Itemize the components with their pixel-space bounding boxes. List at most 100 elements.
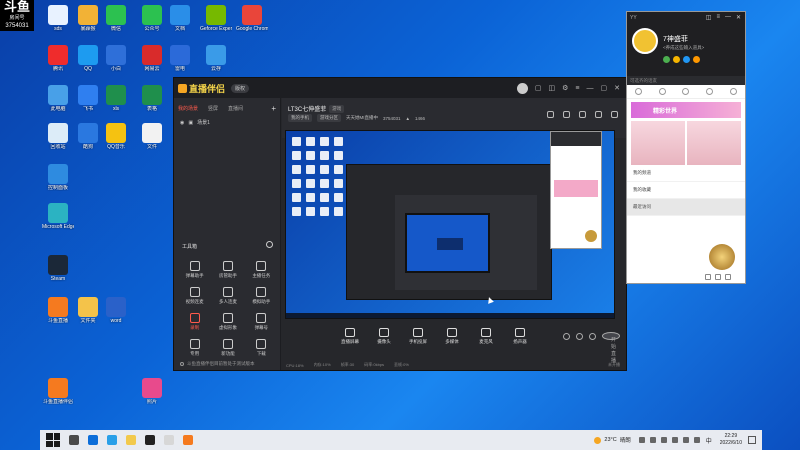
desktop-icon[interactable]: 腾讯 [42, 45, 74, 72]
toolbox-settings-icon[interactable] [266, 241, 273, 248]
tool-host-task[interactable]: 主播任务 [245, 261, 278, 279]
live-preview[interactable] [285, 130, 615, 319]
tray-up-icon[interactable] [638, 437, 645, 443]
pinned-app-icon[interactable] [164, 435, 174, 445]
tool-simulate[interactable]: 模拟助手 [245, 287, 278, 305]
tool-room-admin[interactable]: 房管助手 [211, 261, 244, 279]
desktop-icon[interactable]: 云存 [200, 45, 232, 72]
tool-new-feature[interactable]: 新功能 [211, 339, 244, 357]
desktop-icon[interactable]: 回收站 [42, 123, 74, 150]
scene-item[interactable]: ◉ ▣ 场景1 [174, 116, 280, 129]
desktop-icon[interactable]: xls [100, 85, 132, 112]
microphone-button[interactable]: 麦克风 [473, 327, 499, 345]
pinned-app-icon[interactable] [145, 435, 155, 445]
yy-list-item[interactable]: 我的频道 [627, 165, 745, 182]
tool-video-link[interactable]: 视频连麦 [178, 287, 211, 305]
share-icon[interactable] [611, 111, 618, 118]
yy-game-badge[interactable] [709, 244, 735, 270]
app-icon[interactable] [693, 56, 700, 63]
tab-vertical[interactable]: 竖屏 [208, 105, 218, 112]
notify-icon[interactable] [595, 111, 602, 118]
tool-avatar[interactable]: 虚拟形象 [211, 313, 244, 331]
desktop-icon[interactable]: 微信 [100, 5, 132, 32]
user-avatar[interactable] [516, 82, 528, 94]
desktop-icon[interactable]: word [100, 297, 132, 324]
tool-danmu-number[interactable]: 弹幕号 [245, 313, 278, 331]
start-menu-icon[interactable] [46, 433, 60, 447]
speaker-button[interactable]: 扬声器 [507, 327, 533, 345]
desktop-icon[interactable]: 文档 [164, 5, 196, 32]
settings-icon[interactable]: ⚙ [562, 84, 568, 92]
clear-icon[interactable] [579, 111, 586, 118]
tab-home-icon[interactable] [635, 88, 643, 95]
menu-icon[interactable]: ≡ [575, 85, 579, 92]
add-source-icon[interactable] [547, 111, 554, 118]
pinned-app-icon[interactable] [69, 435, 79, 445]
desktop-icon[interactable]: sds [42, 5, 74, 32]
add-scene-icon[interactable]: + [271, 104, 276, 113]
desktop-icon[interactable]: 照片 [136, 378, 168, 405]
yy-minimize-button[interactable]: — [725, 14, 731, 21]
tab-more-icon[interactable] [729, 88, 737, 95]
desktop-icon[interactable]: 文件 [136, 123, 168, 150]
tab-contacts-icon[interactable] [658, 88, 666, 95]
yy-banner[interactable]: 精彩世界 [631, 102, 741, 118]
lock-layout-icon[interactable] [563, 111, 570, 118]
tool-record[interactable]: 录制 [178, 313, 211, 331]
clock[interactable]: 22:29 2022/6/10 [720, 433, 742, 447]
gear-icon[interactable] [589, 332, 596, 340]
media-button[interactable]: 多媒体 [439, 327, 465, 345]
volume-icon[interactable] [693, 437, 700, 443]
yy-list-item[interactable]: 我的收藏 [627, 182, 745, 199]
status-icon[interactable] [663, 56, 670, 63]
desktop-icon[interactable]: 斗鱼直播伴侣 [42, 378, 74, 405]
desktop-icon[interactable]: QQ音乐 [100, 123, 132, 150]
yy-list-item[interactable]: 最近访问 [627, 199, 745, 216]
lock-icon[interactable]: ▣ [188, 120, 193, 126]
desktop-icon[interactable]: 斗鱼直播 [42, 297, 74, 324]
yy-skin-icon[interactable]: ◫ [706, 14, 712, 21]
yy-menu-icon[interactable]: ≡ [716, 14, 720, 21]
desktop-icon[interactable]: 小白 [100, 45, 132, 72]
desktop-icon[interactable]: 此电脑 [42, 85, 74, 112]
yy-photo-strip[interactable] [631, 121, 741, 165]
camera-button[interactable]: 摄像头 [371, 327, 397, 345]
message-icon[interactable]: ▢ [535, 84, 542, 92]
stream-settings-icon[interactable] [576, 332, 583, 340]
screen-capture-button[interactable]: 直播屏幕 [337, 327, 363, 345]
room-title-tag[interactable]: 游戏 [329, 104, 345, 113]
tool-danmu-helper[interactable]: 弹幕助手 [178, 261, 211, 279]
eye-icon[interactable]: ◉ [180, 120, 184, 126]
notification-icon[interactable] [748, 436, 756, 444]
yy-signature[interactable]: <养成这些输入道具> [663, 45, 704, 51]
yy-music-icon[interactable] [715, 274, 721, 280]
record-toggle-icon[interactable] [563, 332, 570, 340]
network-icon[interactable] [682, 437, 689, 443]
mail-icon[interactable] [683, 56, 690, 63]
desktop-icon[interactable]: 表格 [136, 85, 168, 112]
tab-game-icon[interactable] [706, 88, 714, 95]
weather-widget[interactable]: 23°C 晴朗 [594, 436, 631, 444]
tool-download[interactable]: 下载 [245, 339, 278, 357]
yy-close-button[interactable]: ✕ [736, 14, 741, 21]
tool-multi-link[interactable]: 多人连麦 [211, 287, 244, 305]
start-live-button[interactable]: 开始直播 [602, 332, 620, 364]
yy-search-input[interactable]: 可选齐的话友 [627, 76, 745, 85]
maximize-button[interactable]: ▢ [601, 84, 608, 92]
desktop-icon[interactable]: Google Chrome [236, 5, 268, 32]
yy-video-icon[interactable] [705, 274, 711, 280]
tab-my-scene[interactable]: 我的场景 [178, 105, 198, 112]
yy-avatar[interactable] [632, 28, 658, 54]
version-badge[interactable]: 版权 [231, 83, 250, 93]
desktop-icon[interactable]: Microsoft Edge [42, 203, 74, 230]
desktop-icon[interactable]: Geforce Experience [200, 5, 232, 32]
tool-dedicated[interactable]: 专用 [178, 339, 211, 357]
tray-app-icon[interactable] [649, 437, 656, 443]
pinned-app-icon[interactable] [183, 435, 193, 445]
star-icon[interactable] [673, 56, 680, 63]
category-chip[interactable]: 游戏分区 [317, 114, 341, 122]
room-title-text[interactable]: LT3C七伸盛菲 [288, 104, 326, 113]
tab-live-room[interactable]: 直播间 [228, 105, 243, 112]
phone-cast-button[interactable]: 手机投屏 [405, 327, 431, 345]
skin-icon[interactable]: ◫ [549, 84, 556, 92]
